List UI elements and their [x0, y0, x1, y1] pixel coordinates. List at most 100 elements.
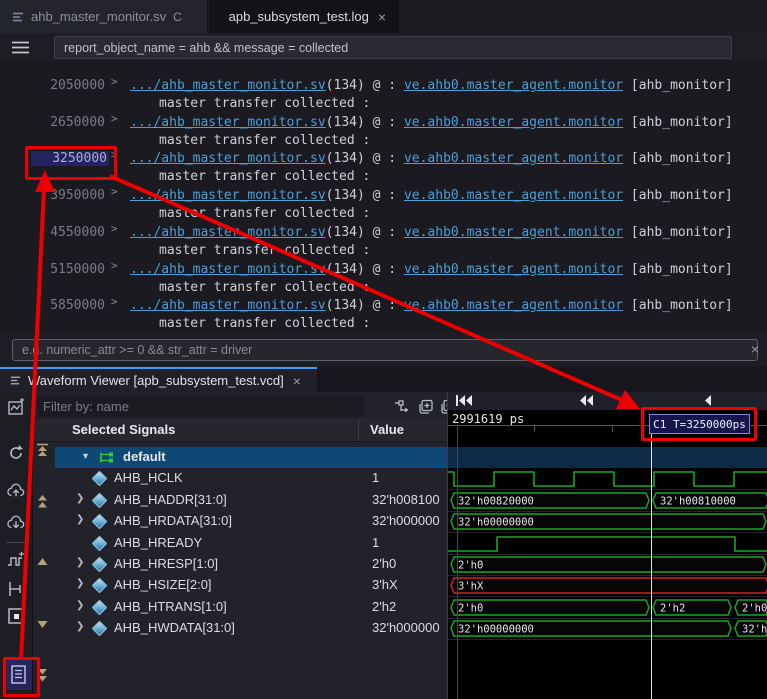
- chart-panel-icon[interactable]: [7, 398, 25, 416]
- log-path-link[interactable]: ve.ahb0.master_agent.monitor: [404, 298, 623, 313]
- log-path-link[interactable]: ve.ahb0.master_agent.monitor: [404, 115, 623, 130]
- group-label: default: [123, 449, 166, 464]
- signal-row-ahb_haddr310[interactable]: ❯ AHB_HADDR[31:0] 32'h008100: [32, 490, 447, 511]
- wave-ahb_hclk[interactable]: [448, 468, 767, 489]
- cursor-c1-label[interactable]: C1 T=3250000ps: [649, 414, 750, 434]
- waveform-log-app: ahb_master_monitor.sv C apb_subsystem_te…: [0, 0, 767, 699]
- wave-ahb_hrdata[interactable]: 32'h00000000: [448, 511, 767, 532]
- chevron-right-icon[interactable]: ❯: [76, 493, 84, 504]
- chevron-right-icon[interactable]: >: [111, 295, 118, 308]
- ruler-tick: [534, 425, 535, 432]
- pulse-wave-icon[interactable]: [7, 552, 25, 570]
- ruler-tick: [612, 425, 613, 432]
- attr-filter-input[interactable]: e.g. numeric_attr >= 0 && str_attr = dri…: [12, 339, 758, 361]
- chevron-right-icon[interactable]: >: [111, 112, 118, 125]
- log-entry: 3250000 > .../ahb_master_monitor.sv(134) @…: [0, 147, 767, 184]
- menu-icon[interactable]: [12, 41, 29, 54]
- signal-row-ahb_htrans10[interactable]: ❯ AHB_HTRANS[1:0] 2'h2: [32, 597, 447, 618]
- skip-to-start-icon[interactable]: [456, 395, 472, 406]
- log-line-meta: (134) @ :: [325, 78, 404, 93]
- log-timestamp-selected[interactable]: 3250000: [31, 151, 109, 167]
- record-icon[interactable]: [7, 607, 25, 625]
- chevron-right-icon[interactable]: ❯: [76, 578, 84, 589]
- step-backward-icon[interactable]: [704, 395, 712, 406]
- log-timestamp[interactable]: 5850000: [33, 298, 105, 313]
- log-message: master transfer collected :: [159, 242, 371, 258]
- log-timestamp[interactable]: 2650000: [33, 115, 105, 130]
- column-divider: [358, 419, 359, 441]
- log-file-link[interactable]: .../ahb_master_monitor.sv: [130, 151, 326, 166]
- log-line-1: .../ahb_master_monitor.sv(134) @ : ve.ah…: [130, 262, 733, 277]
- chevron-right-icon[interactable]: >: [111, 259, 118, 272]
- wave-ahb_hwdata[interactable]: 32'h00000000 32'h00: [448, 618, 767, 639]
- close-icon[interactable]: ×: [751, 341, 759, 357]
- log-report-icon[interactable]: [6, 660, 32, 690]
- signal-name: AHB_HTRANS[1:0]: [114, 598, 227, 614]
- log-path-link[interactable]: ve.ahb0.master_agent.monitor: [404, 188, 623, 203]
- log-timestamp[interactable]: 5150000: [33, 262, 105, 277]
- log-timestamp[interactable]: 3950000: [33, 188, 105, 203]
- signal-value: 2'h2: [372, 598, 397, 614]
- signal-filter-input[interactable]: Filter by: name: [37, 396, 364, 417]
- signal-row-ahb_hresp10[interactable]: ❯ AHB_HRESP[1:0] 2'h0: [32, 554, 447, 575]
- signal-name: AHB_HWDATA[31:0]: [114, 620, 235, 636]
- log-path-link[interactable]: ve.ahb0.master_agent.monitor: [404, 262, 623, 277]
- fast-backward-icon[interactable]: [579, 395, 593, 406]
- chevron-right-icon[interactable]: ❯: [76, 557, 84, 568]
- close-icon[interactable]: ×: [378, 9, 386, 25]
- log-entry: 2050000 > .../ahb_master_monitor.sv(134) @…: [0, 74, 767, 111]
- signal-row-ahb_hsize20[interactable]: ❯ AHB_HSIZE[2:0] 3'hX: [32, 575, 447, 596]
- cloud-upload-icon[interactable]: [7, 482, 25, 500]
- log-file-link[interactable]: .../ahb_master_monitor.sv: [130, 115, 326, 130]
- chevron-right-icon[interactable]: >: [111, 222, 118, 235]
- chevron-right-icon[interactable]: >: [111, 148, 118, 161]
- refresh-icon[interactable]: [7, 444, 25, 462]
- signal-row-ahb_hclk[interactable]: AHB_HCLK 1: [32, 468, 447, 489]
- log-timestamp[interactable]: 2050000: [33, 78, 105, 93]
- log-file-link[interactable]: .../ahb_master_monitor.sv: [130, 298, 326, 313]
- log-message: master transfer collected :: [159, 316, 371, 332]
- log-timestamp[interactable]: 4550000: [33, 225, 105, 240]
- log-path-link[interactable]: ve.ahb0.master_agent.monitor: [404, 151, 623, 166]
- signal-row-ahb_hwdata310[interactable]: ❯ AHB_HWDATA[31:0] 32'h000000: [32, 618, 447, 639]
- tab-ahb-master-monitor[interactable]: ahb_master_monitor.sv C: [0, 0, 208, 33]
- close-icon[interactable]: ×: [293, 373, 301, 389]
- log-file-link[interactable]: .../ahb_master_monitor.sv: [130, 78, 326, 93]
- cloud-download-icon[interactable]: [7, 514, 25, 532]
- log-filter-input[interactable]: report_object_name = ahb && message = co…: [54, 36, 732, 59]
- expand-all-icon[interactable]: [418, 399, 434, 415]
- wave-canvas[interactable]: 2991619 ps 32'h00820000 32'h00810000 32'h0…: [447, 392, 767, 699]
- wave-ahb_haddr[interactable]: 32'h00820000 32'h00810000: [448, 490, 767, 511]
- chevron-right-icon[interactable]: ❯: [76, 600, 84, 611]
- log-entry: 5150000 > .../ahb_master_monitor.sv(134) @…: [0, 258, 767, 295]
- log-path-link[interactable]: ve.ahb0.master_agent.monitor: [404, 78, 623, 93]
- cursor-marker-icon[interactable]: [7, 580, 25, 598]
- wave-ahb_hsize[interactable]: 3'hX: [448, 575, 767, 596]
- bus-value-label: 32'h00: [742, 624, 767, 636]
- log-file-link[interactable]: .../ahb_master_monitor.sv: [130, 262, 326, 277]
- add-to-tree-icon[interactable]: [394, 399, 410, 415]
- log-line-1: .../ahb_master_monitor.sv(134) @ : ve.ah…: [130, 78, 733, 93]
- tab-apb-subsystem-test-log[interactable]: apb_subsystem_test.log ×: [209, 0, 399, 33]
- log-path-link[interactable]: ve.ahb0.master_agent.monitor: [404, 225, 623, 240]
- wave-ahb_htrans[interactable]: 2'h0 2'h2 2'h0: [448, 597, 767, 618]
- signal-group-row[interactable]: ▾ default: [55, 447, 447, 468]
- wave-ahb_hready[interactable]: [448, 533, 767, 554]
- tab-waveform-viewer[interactable]: Waveform Viewer [apb_subsystem_test.vcd]…: [0, 367, 317, 392]
- chevron-right-icon[interactable]: ❯: [76, 514, 84, 525]
- signal-value: 32'h000000: [372, 620, 440, 636]
- log-file-link[interactable]: .../ahb_master_monitor.sv: [130, 188, 326, 203]
- chevron-right-icon[interactable]: >: [111, 75, 118, 88]
- chevron-down-icon[interactable]: ▾: [83, 451, 88, 462]
- signal-tree: ▾ default AHB_HCLK 1 ❯ AHB_HADDR[31:0] 32'h008…: [32, 447, 447, 699]
- chevron-right-icon[interactable]: ❯: [76, 621, 84, 632]
- signal-name: AHB_HADDR[31:0]: [114, 491, 227, 507]
- log-file-link[interactable]: .../ahb_master_monitor.sv: [130, 225, 326, 240]
- cursor-c1-line[interactable]: [651, 422, 652, 699]
- chevron-right-icon[interactable]: >: [111, 185, 118, 198]
- signal-row-ahb_hready[interactable]: AHB_HREADY 1: [32, 533, 447, 554]
- signal-diamond-icon: [91, 535, 108, 551]
- wave-ahb_hresp[interactable]: 2'h0: [448, 554, 767, 575]
- wave-nav-bar: [448, 392, 767, 410]
- signal-row-ahb_hrdata310[interactable]: ❯ AHB_HRDATA[31:0] 32'h000000: [32, 511, 447, 532]
